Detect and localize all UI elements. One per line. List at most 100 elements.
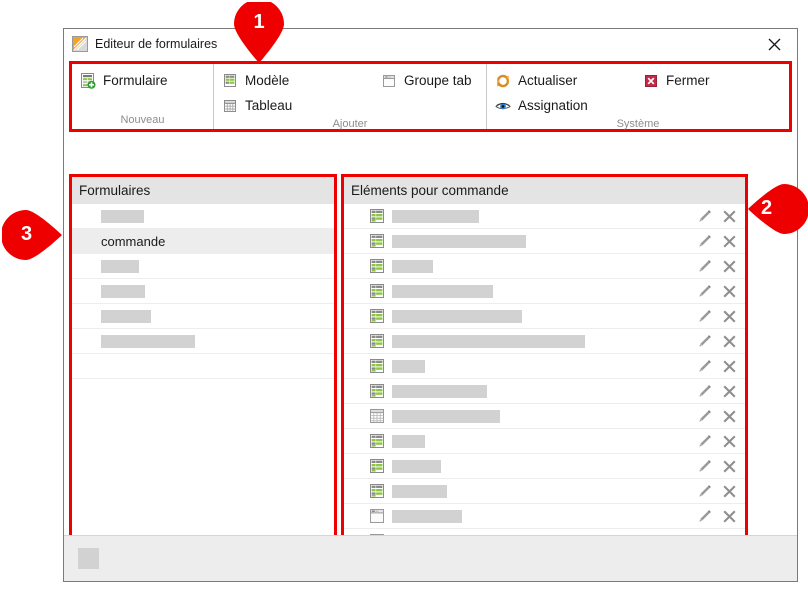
ribbon-item-groupe-tab[interactable]: Groupe tab: [373, 68, 480, 93]
element-list-item-placeholder: [392, 384, 487, 398]
model-icon: [370, 309, 384, 323]
ribbon-group-systeme: Actualiser Fermer Assignation Système: [486, 64, 789, 130]
ribbon-item-tableau[interactable]: Tableau: [214, 93, 300, 118]
elements-panel: Eléments pour commande: [341, 174, 748, 567]
element-list-item-placeholder: [392, 359, 425, 373]
image-editor-icon: [72, 36, 88, 52]
close-x-icon[interactable]: [722, 284, 737, 299]
pencil-icon[interactable]: [697, 509, 712, 524]
ribbon-item-label: Tableau: [245, 98, 293, 113]
form-list-item[interactable]: [72, 304, 334, 329]
model-icon: [370, 334, 384, 348]
model-icon: [370, 384, 384, 398]
element-list-item[interactable]: [344, 204, 745, 229]
form-list-item-placeholder: [101, 309, 151, 323]
pencil-icon[interactable]: [697, 459, 712, 474]
close-x-icon[interactable]: [722, 309, 737, 324]
pencil-icon[interactable]: [697, 434, 712, 449]
element-row-actions: [697, 504, 737, 528]
form-list-item[interactable]: commande: [72, 229, 334, 254]
element-list-item-placeholder: [392, 484, 447, 498]
close-x-icon[interactable]: [722, 434, 737, 449]
element-list-item[interactable]: [344, 504, 745, 529]
ribbon-item-assignation[interactable]: Assignation: [487, 93, 596, 118]
pencil-icon[interactable]: [697, 284, 712, 299]
pencil-icon[interactable]: [697, 359, 712, 374]
element-list-item-placeholder: [392, 409, 500, 423]
element-list-item[interactable]: [344, 229, 745, 254]
element-list-item-placeholder: [392, 284, 493, 298]
title-bar: Editeur de formulaires: [64, 29, 797, 59]
close-x-icon[interactable]: [722, 509, 737, 524]
ribbon-item-modele[interactable]: Modèle: [214, 68, 373, 93]
element-list-item[interactable]: [344, 404, 745, 429]
forms-list[interactable]: commande: [72, 204, 334, 379]
element-row-actions: [697, 204, 737, 228]
form-list-item-label: commande: [101, 233, 166, 249]
element-list-item[interactable]: [344, 354, 745, 379]
element-list-item[interactable]: [344, 304, 745, 329]
element-row-actions: [697, 404, 737, 428]
model-icon: [370, 259, 384, 273]
ribbon-item-label: Assignation: [518, 98, 588, 113]
element-list-item[interactable]: [344, 254, 745, 279]
ribbon-toolbar: Formulaire Nouveau Modèle Groupe tab Tab…: [69, 61, 792, 132]
form-list-item[interactable]: [72, 329, 334, 354]
elements-list[interactable]: [344, 204, 745, 564]
ribbon-group-ajouter: Modèle Groupe tab Tableau Ajouter: [213, 64, 486, 130]
pencil-icon[interactable]: [697, 259, 712, 274]
element-list-item-placeholder: [392, 459, 441, 473]
ribbon-item-fermer[interactable]: Fermer: [635, 68, 718, 93]
element-row-actions: [697, 254, 737, 278]
form-editor-window: Editeur de formulaires Formulaire Nouvea…: [63, 28, 798, 582]
ribbon-group-label: Ajouter: [332, 118, 368, 130]
pencil-icon[interactable]: [697, 334, 712, 349]
element-list-item[interactable]: [344, 454, 745, 479]
model-icon: [370, 209, 384, 223]
form-list-item[interactable]: [72, 254, 334, 279]
close-x-icon[interactable]: [722, 334, 737, 349]
close-x-icon[interactable]: [722, 484, 737, 499]
element-list-item-placeholder: [392, 234, 526, 248]
element-list-item-placeholder: [392, 309, 522, 323]
pencil-icon[interactable]: [697, 209, 712, 224]
form-list-item[interactable]: [72, 279, 334, 304]
element-row-actions: [697, 454, 737, 478]
close-x-icon[interactable]: [722, 234, 737, 249]
ribbon-item-actualiser[interactable]: Actualiser: [487, 68, 635, 93]
close-x-icon[interactable]: [722, 384, 737, 399]
pencil-icon[interactable]: [697, 234, 712, 249]
element-list-item[interactable]: [344, 329, 745, 354]
pencil-icon[interactable]: [697, 309, 712, 324]
ribbon-group-nouveau: Formulaire Nouveau: [72, 64, 213, 129]
close-x-icon[interactable]: [722, 209, 737, 224]
close-x-icon[interactable]: [722, 459, 737, 474]
close-x-icon[interactable]: [722, 359, 737, 374]
table-grid-icon: [370, 409, 384, 423]
close-x-icon[interactable]: [722, 259, 737, 274]
form-list-item-placeholder: [101, 259, 139, 273]
element-list-item-placeholder: [392, 209, 479, 223]
pencil-icon[interactable]: [697, 484, 712, 499]
eye-icon: [495, 98, 511, 114]
ribbon-item-formulaire[interactable]: Formulaire: [72, 68, 176, 93]
element-list-item[interactable]: [344, 279, 745, 304]
model-icon: [370, 459, 384, 473]
callout-2: 2: [748, 180, 808, 238]
forms-panel: Formulaires commande: [69, 174, 337, 567]
form-list-item[interactable]: [72, 204, 334, 229]
ribbon-item-label: Groupe tab: [404, 73, 472, 88]
model-icon: [370, 484, 384, 498]
pencil-icon[interactable]: [697, 409, 712, 424]
element-list-item-placeholder: [392, 434, 425, 448]
element-list-item[interactable]: [344, 429, 745, 454]
form-list-item[interactable]: [72, 354, 334, 379]
callout-3-label: 3: [21, 223, 33, 245]
close-x-icon[interactable]: [722, 409, 737, 424]
ribbon-item-label: Fermer: [666, 73, 710, 88]
element-list-item[interactable]: [344, 379, 745, 404]
window-close-button[interactable]: [752, 29, 797, 59]
ribbon-item-label: Actualiser: [518, 73, 578, 88]
pencil-icon[interactable]: [697, 384, 712, 399]
element-list-item[interactable]: [344, 479, 745, 504]
